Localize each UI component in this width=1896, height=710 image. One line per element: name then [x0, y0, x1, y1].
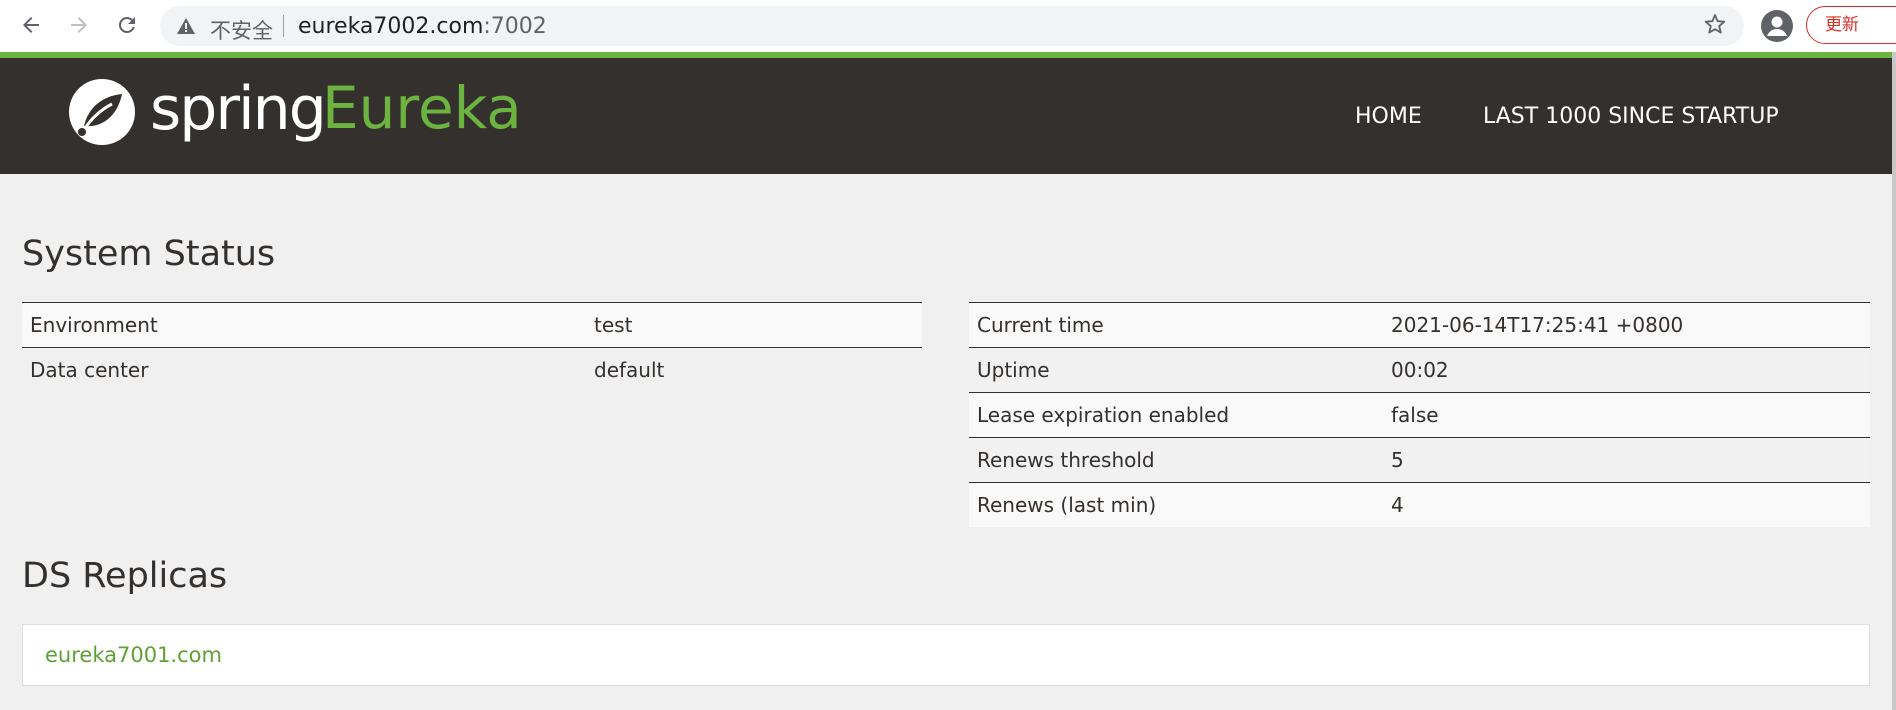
url-port: :7002: [483, 14, 547, 39]
status-label: Lease expiration enabled: [969, 392, 1383, 438]
status-label: Renews (last min): [969, 482, 1383, 527]
bookmark-star-icon[interactable]: [1703, 12, 1727, 40]
update-button[interactable]: 更新 ⋮: [1806, 6, 1896, 44]
status-value: default: [586, 347, 922, 392]
spring-leaf-icon: [66, 76, 138, 152]
divider: [283, 15, 284, 37]
status-value: test: [586, 302, 922, 348]
system-status-title: System Status: [22, 234, 276, 274]
table-row: Renews threshold 5: [969, 437, 1870, 483]
forward-icon[interactable]: [62, 8, 96, 42]
status-value: 4: [1383, 482, 1870, 527]
status-label: Renews threshold: [969, 437, 1383, 483]
warning-icon[interactable]: [176, 17, 196, 39]
insecure-label: 不安全: [210, 19, 273, 43]
table-row: Lease expiration enabled false: [969, 392, 1870, 438]
table-row: Uptime 00:02: [969, 347, 1870, 393]
status-label: Environment: [22, 302, 586, 348]
profile-avatar-icon[interactable]: [1760, 9, 1794, 47]
replicas-list: eureka7001.com: [22, 624, 1870, 686]
nav-last-1000-link[interactable]: LAST 1000 SINCE STARTUP: [1483, 104, 1779, 129]
status-table-left: Environment test Data center default: [22, 302, 922, 392]
address-bar[interactable]: 不安全 eureka7002.com:7002: [160, 6, 1744, 46]
logo-eureka-text: Eureka: [322, 74, 522, 142]
eureka-header: spring Eureka HOME LAST 1000 SINCE START…: [0, 58, 1892, 174]
url-host: eureka7002.com: [298, 14, 484, 39]
scrollbar[interactable]: [1892, 52, 1896, 710]
status-value: false: [1383, 392, 1870, 438]
status-table-right: Current time 2021-06-14T17:25:41 +0800 U…: [969, 302, 1870, 527]
logo-spring-text: spring: [150, 74, 327, 144]
reload-icon[interactable]: [110, 8, 144, 42]
nav-home-link[interactable]: HOME: [1355, 104, 1422, 129]
replica-link[interactable]: eureka7001.com: [45, 643, 222, 667]
status-value: 2021-06-14T17:25:41 +0800: [1383, 302, 1870, 348]
status-value: 5: [1383, 437, 1870, 483]
update-label: 更新: [1825, 15, 1859, 35]
browser-toolbar: 不安全 eureka7002.com:7002 更新 ⋮: [0, 0, 1896, 52]
status-label: Current time: [969, 302, 1383, 348]
status-value: 00:02: [1383, 347, 1870, 393]
status-label: Data center: [22, 347, 586, 392]
table-row: Renews (last min) 4: [969, 482, 1870, 527]
status-label: Uptime: [969, 347, 1383, 393]
ds-replicas-title: DS Replicas: [22, 556, 228, 596]
menu-dots-icon: ⋮: [1889, 7, 1896, 43]
table-row: Environment test: [22, 302, 922, 348]
back-icon[interactable]: [14, 8, 48, 42]
url-text[interactable]: eureka7002.com:7002: [298, 14, 547, 39]
table-row: Current time 2021-06-14T17:25:41 +0800: [969, 302, 1870, 348]
table-row: Data center default: [22, 347, 922, 392]
